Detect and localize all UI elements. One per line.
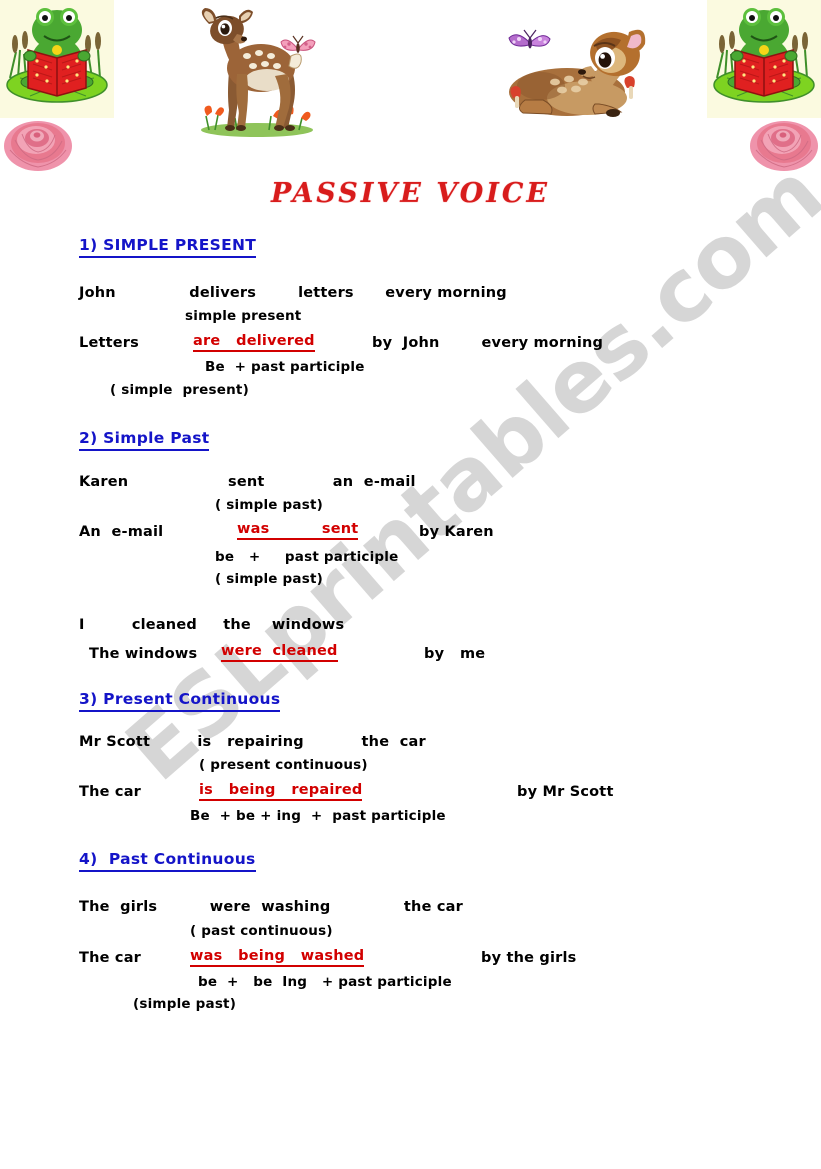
passive-verb-are-delivered: are delivered (193, 333, 315, 352)
tense-label-simple-present: simple present (185, 308, 302, 324)
section-heading-past-continuous: 4) Past Continuous (79, 850, 256, 872)
tense-label-simple-past-1: ( simple past) (215, 497, 323, 513)
active-sentence-simple-present: John delivers letters every morning (79, 285, 507, 301)
passive-subject-the-car-1: The car (79, 784, 142, 800)
formula-be-be-ing-past-participle-2: be + be Ing + past participle (198, 974, 452, 990)
formula-be-past-participle-2: be + past participle (215, 549, 399, 565)
tense-note-simple-past: (simple past) (133, 996, 237, 1012)
section-heading-simple-present: 1) SIMPLE PRESENT (79, 236, 257, 258)
passive-subject-letters: Letters (79, 335, 139, 351)
passive-agent-by-the-girls: by the girls (481, 950, 577, 966)
passive-verb-was-being-washed: was being washed (190, 948, 365, 967)
active-sentence-cleaned-windows: I cleaned the windows (79, 617, 345, 633)
passive-verb-were-cleaned: were cleaned (221, 643, 338, 662)
worksheet-content: 1) SIMPLE PRESENT John delivers letters … (0, 0, 821, 1169)
passive-subject-the-windows: The windows (89, 646, 198, 662)
section-heading-simple-past: 2) Simple Past (79, 429, 210, 451)
passive-agent-by-me: by me (424, 646, 486, 662)
passive-agent-by-mr-scott: by Mr Scott (517, 784, 614, 800)
passive-verb-was-sent: was sent (237, 521, 359, 540)
formula-be-past-participle-1: Be + past participle (205, 359, 365, 375)
active-sentence-present-continuous: Mr Scott is repairing the car (79, 734, 426, 750)
worksheet-page: ESLprintables.com PASSIVE VOICE 1) SIMPL… (0, 0, 821, 1169)
passive-subject-the-car-2: The car (79, 950, 142, 966)
active-sentence-simple-past: Karen sent an e-mail (79, 474, 416, 490)
formula-be-be-ing-past-participle: Be + be + ing + past participle (190, 808, 446, 824)
tense-label-past-continuous: ( past continuous) (190, 923, 333, 939)
passive-agent-by-karen: by Karen (419, 524, 494, 540)
section-heading-present-continuous: 3) Present Continuous (79, 690, 281, 712)
tense-note-simple-present: ( simple present) (110, 382, 249, 398)
active-sentence-past-continuous: The girls were washing the car (79, 899, 463, 915)
passive-subject-an-email: An e-mail (79, 524, 164, 540)
tense-label-present-continuous: ( present continuous) (199, 757, 368, 773)
passive-agent-by-john: by John every morning (372, 335, 604, 351)
tense-label-simple-past-2: ( simple past) (215, 571, 323, 587)
passive-verb-is-being-repaired: is being repaired (199, 782, 363, 801)
